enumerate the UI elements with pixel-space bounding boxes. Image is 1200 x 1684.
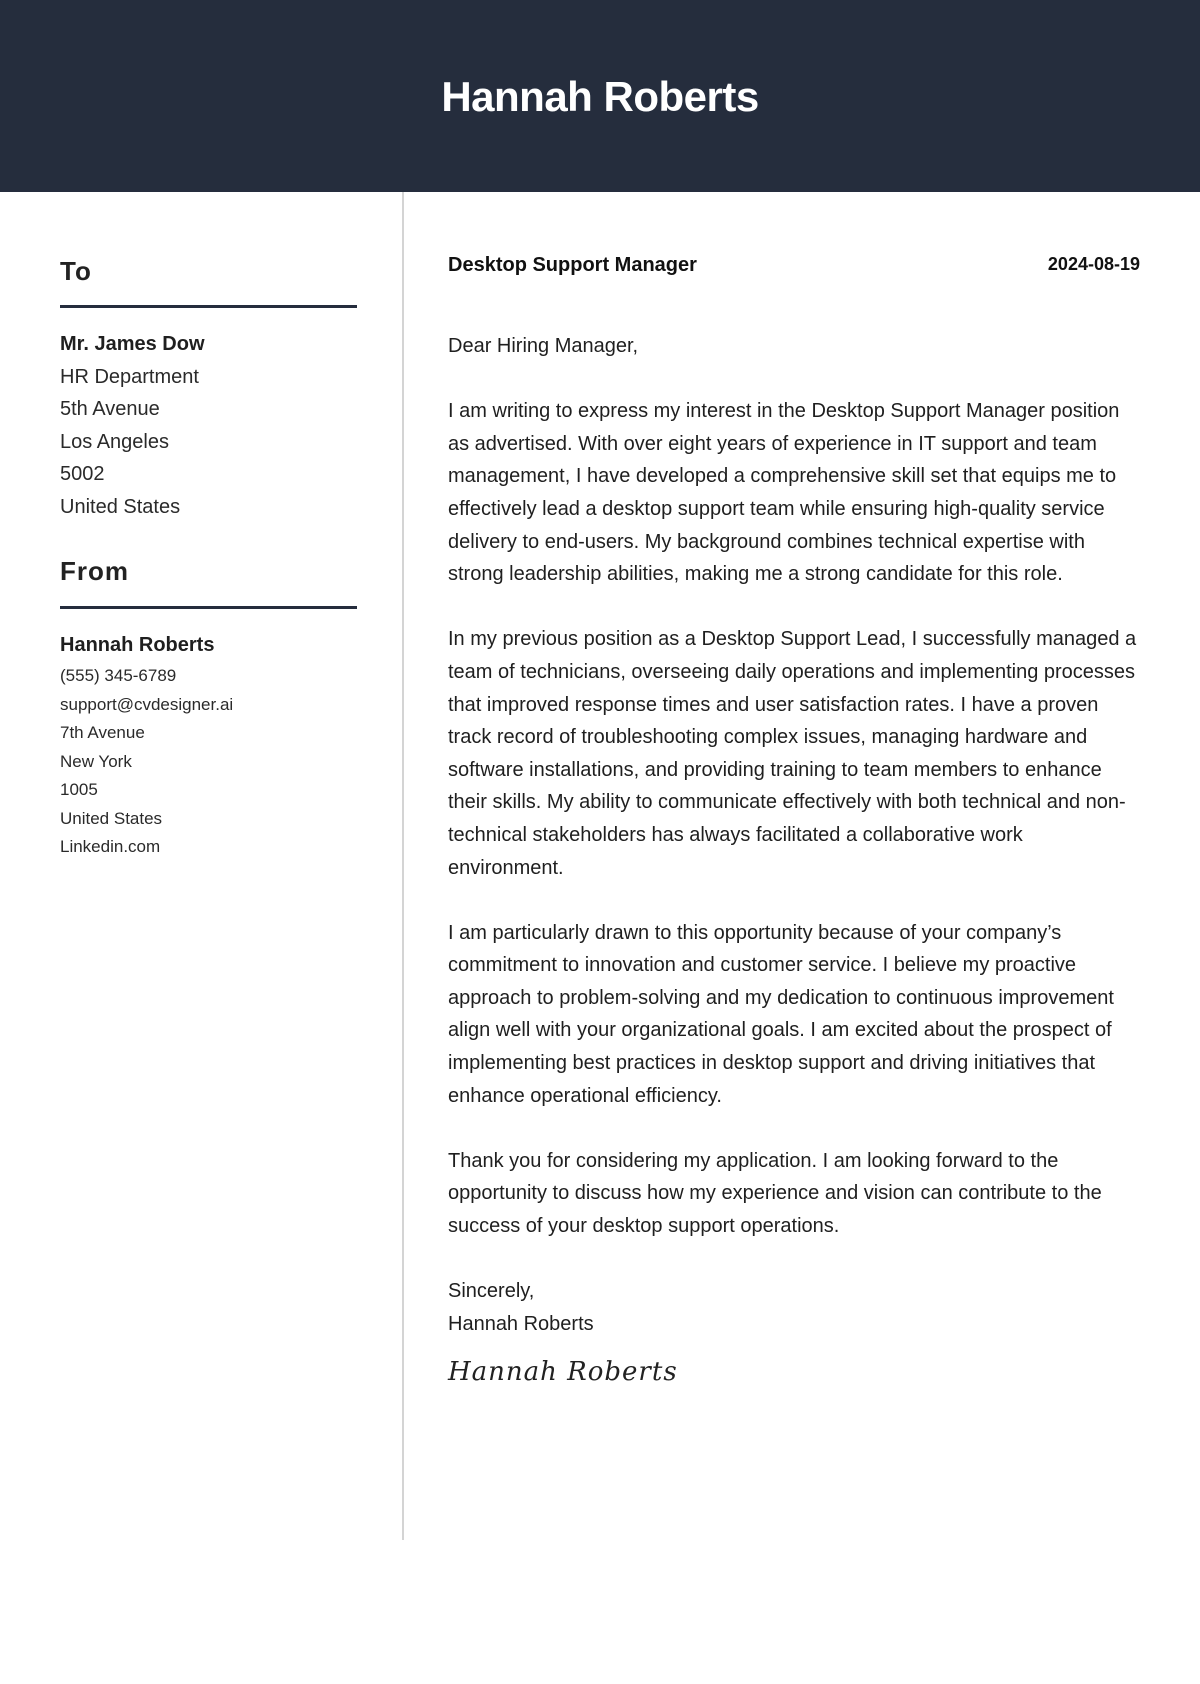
sender-city: New York (60, 751, 132, 771)
to-section-rule (60, 305, 357, 308)
sender-name: Hannah Roberts (60, 634, 215, 656)
letter-date: 2024-08-19 (1047, 254, 1140, 274)
from-section-title: From (60, 556, 129, 586)
salutation: Dear Hiring Manager, (448, 335, 639, 357)
sender-contact: Hannah Roberts (555) 345-6789 support@cv… (60, 628, 357, 862)
closing-name: Hannah Roberts (448, 1312, 594, 1335)
recipient-postcode: 5002 (60, 463, 105, 486)
column-divider (402, 192, 404, 1540)
paragraph: I am writing to express my interest in t… (448, 400, 1120, 586)
sender-linkedin: Linkedin.com (60, 837, 161, 856)
sender-postcode: 1005 (60, 780, 98, 799)
closing: Sincerely, (448, 1280, 535, 1303)
paragraph: I am particularly drawn to this opportun… (448, 921, 1114, 1107)
signature: Hannah Roberts (448, 1357, 678, 1388)
recipient-department: HR Department (60, 365, 199, 388)
recipient-address: Mr. James Dow HR Department 5th Avenue L… (60, 328, 357, 524)
sender-street: 7th Avenue (60, 723, 145, 742)
sender-country: United States (60, 808, 163, 828)
recipient-country: United States (60, 495, 181, 518)
from-section-rule (60, 606, 357, 609)
recipient-city: Los Angeles (60, 430, 169, 453)
sender-email: support@cvdesigner.ai (60, 694, 234, 714)
job-title: Desktop Support Manager (448, 254, 697, 276)
recipient-street: 5th Avenue (60, 398, 160, 421)
to-section-title: To (60, 256, 92, 286)
paragraph: Thank you for considering my application… (448, 1149, 1102, 1238)
header-banner: Hannah Roberts (0, 0, 1200, 192)
paragraph: In my previous position as a Desktop Sup… (448, 628, 1137, 879)
recipient-name: Mr. James Dow (60, 333, 205, 355)
letter-content: Dear Hiring Manager, I am writing to exp… (448, 330, 1140, 1389)
applicant-name: Hannah Roberts (441, 73, 759, 120)
sender-phone: (555) 345-6789 (60, 666, 177, 685)
